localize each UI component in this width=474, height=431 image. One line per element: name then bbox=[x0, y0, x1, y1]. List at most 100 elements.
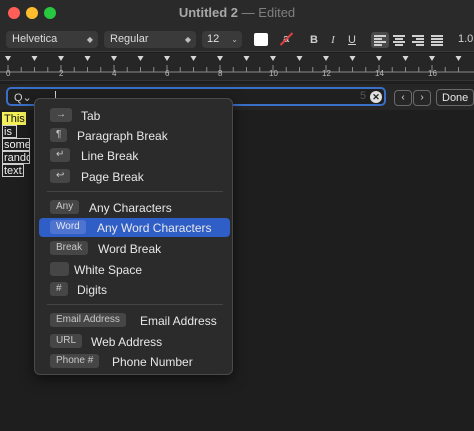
updown-chevron-icon: ◆ bbox=[184, 35, 191, 44]
font-family-popup[interactable]: Helvetica ◆ bbox=[6, 31, 98, 48]
tab-token: → bbox=[50, 108, 72, 122]
menu-item-label: Paragraph Break bbox=[77, 129, 168, 143]
bold-button[interactable]: B bbox=[306, 32, 322, 48]
menu-item-tab[interactable]: → Tab bbox=[39, 106, 230, 125]
menu-item-label: Any Characters bbox=[89, 201, 172, 215]
justify-icon bbox=[431, 35, 443, 46]
document-text[interactable]: This is some rando text. bbox=[2, 112, 30, 177]
font-style-value: Regular bbox=[110, 33, 149, 45]
menu-separator bbox=[47, 191, 223, 192]
align-right-button[interactable] bbox=[409, 32, 427, 48]
insert-pattern-menu: → Tab ¶ Paragraph Break ↵ Line Break ↩ P… bbox=[34, 98, 233, 375]
ruler-number: 8 bbox=[218, 69, 223, 78]
menu-item-any-characters[interactable]: Any Any Characters bbox=[39, 198, 230, 217]
phone-token: Phone # bbox=[50, 354, 100, 368]
ruler-number: 6 bbox=[165, 69, 170, 78]
font-size-value: 12 bbox=[207, 33, 220, 45]
tab-stop-marker bbox=[402, 56, 409, 61]
tab-stop-marker bbox=[296, 56, 303, 61]
tab-stop-marker bbox=[58, 56, 64, 61]
window-title: Untitled 2 — Edited bbox=[0, 5, 474, 20]
done-button[interactable]: Done bbox=[436, 89, 474, 106]
tab-stop-marker bbox=[243, 56, 250, 61]
menu-item-email-address[interactable]: Email Address Email Address bbox=[39, 311, 230, 330]
document-name: Untitled 2 bbox=[178, 5, 239, 20]
italic-button[interactable]: I bbox=[325, 32, 341, 48]
underline-button[interactable]: U bbox=[344, 32, 360, 48]
align-center-button[interactable] bbox=[390, 32, 408, 48]
doc-word-highlighted: This bbox=[2, 112, 26, 125]
white-space-token bbox=[50, 262, 69, 276]
doc-word: text. bbox=[2, 164, 24, 177]
menu-item-label: White Space bbox=[74, 263, 143, 277]
digits-token: # bbox=[50, 282, 68, 296]
menu-item-page-break[interactable]: ↩ Page Break bbox=[39, 167, 230, 186]
ruler[interactable]: 0 2 4 6 8 10 12 14 16 bbox=[0, 53, 474, 81]
ruler-number: 10 bbox=[269, 69, 278, 78]
tab-stop-marker bbox=[270, 56, 276, 61]
ruler-number: 0 bbox=[6, 69, 11, 78]
font-style-popup[interactable]: Regular ◆ bbox=[104, 31, 196, 48]
ruler-number: 16 bbox=[428, 69, 437, 78]
ruler-number: 12 bbox=[322, 69, 331, 78]
doc-word: some bbox=[2, 138, 30, 151]
menu-item-white-space[interactable]: White Space bbox=[39, 260, 230, 279]
menu-item-word-break[interactable]: Break Word Break bbox=[39, 239, 230, 258]
menu-item-label: Email Address bbox=[140, 314, 217, 328]
tab-stop-marker bbox=[190, 56, 197, 61]
menu-item-label: Any Word Characters bbox=[97, 221, 212, 235]
menu-item-digits[interactable]: # Digits bbox=[39, 280, 230, 299]
tab-stop-marker bbox=[217, 56, 223, 61]
tab-stop-marker bbox=[5, 56, 11, 61]
background-color-button[interactable]: a bbox=[279, 32, 293, 46]
align-left-button[interactable] bbox=[371, 32, 389, 48]
previous-match-button[interactable]: ‹ bbox=[394, 90, 412, 106]
menu-item-line-break[interactable]: ↵ Line Break bbox=[39, 146, 230, 165]
tab-stop-marker bbox=[376, 56, 382, 61]
break-token: Break bbox=[50, 241, 89, 255]
font-size-field[interactable]: 12 ⌄ bbox=[202, 31, 242, 48]
ruler-number: 2 bbox=[59, 69, 64, 78]
chevron-down-icon: ⌄ bbox=[231, 35, 238, 44]
ruler-ticks bbox=[0, 56, 474, 73]
align-right-icon bbox=[412, 35, 424, 46]
menu-item-label: Digits bbox=[77, 283, 108, 297]
menu-item-phone-number[interactable]: Phone # Phone Number bbox=[39, 352, 230, 371]
menu-item-label: Phone Number bbox=[112, 355, 193, 369]
email-token: Email Address bbox=[50, 313, 126, 327]
title-separator: — bbox=[241, 5, 255, 20]
line-spacing-popup[interactable]: 1.0 bbox=[458, 33, 473, 45]
menu-item-paragraph-break[interactable]: ¶ Paragraph Break bbox=[39, 126, 230, 145]
any-token: Any bbox=[50, 200, 80, 214]
word-token: Word bbox=[50, 220, 86, 234]
text-color-button[interactable] bbox=[254, 33, 268, 46]
doc-word: is bbox=[2, 125, 17, 138]
page-break-token: ↩ bbox=[50, 169, 71, 183]
text-editor-window: Untitled 2 — Edited Helvetica ◆ Regular … bbox=[0, 0, 474, 431]
tab-stop-marker bbox=[429, 56, 435, 61]
next-match-button[interactable]: › bbox=[413, 90, 431, 106]
justify-button[interactable] bbox=[428, 32, 446, 48]
match-count: 5 bbox=[360, 90, 367, 102]
menu-item-label: Page Break bbox=[81, 170, 144, 184]
menu-item-any-word-characters[interactable]: Word Any Word Characters bbox=[39, 218, 230, 237]
format-toolbar: Helvetica ◆ Regular ◆ 12 ⌄ a B I U 1.0 bbox=[0, 28, 474, 52]
ruler-number: 14 bbox=[375, 69, 384, 78]
search-icon[interactable]: Q⌄ bbox=[14, 91, 32, 104]
line-break-token: ↵ bbox=[50, 148, 71, 162]
font-family-value: Helvetica bbox=[12, 33, 58, 45]
tab-stop-marker bbox=[164, 56, 170, 61]
clear-search-icon[interactable]: ✕ bbox=[370, 91, 382, 103]
menu-item-web-address[interactable]: URL Web Address bbox=[39, 332, 230, 351]
menu-item-label: Tab bbox=[81, 109, 101, 123]
updown-chevron-icon: ◆ bbox=[86, 35, 93, 44]
url-token: URL bbox=[50, 334, 83, 348]
tab-stop-marker bbox=[111, 56, 117, 61]
tab-stop-marker bbox=[137, 56, 144, 61]
menu-item-label: Line Break bbox=[81, 149, 139, 163]
doc-word: rando bbox=[2, 151, 30, 164]
tab-stop-marker bbox=[84, 56, 91, 61]
tab-stop-marker bbox=[455, 56, 462, 61]
menu-item-label: Word Break bbox=[98, 242, 162, 256]
tab-stop-marker bbox=[323, 56, 329, 61]
